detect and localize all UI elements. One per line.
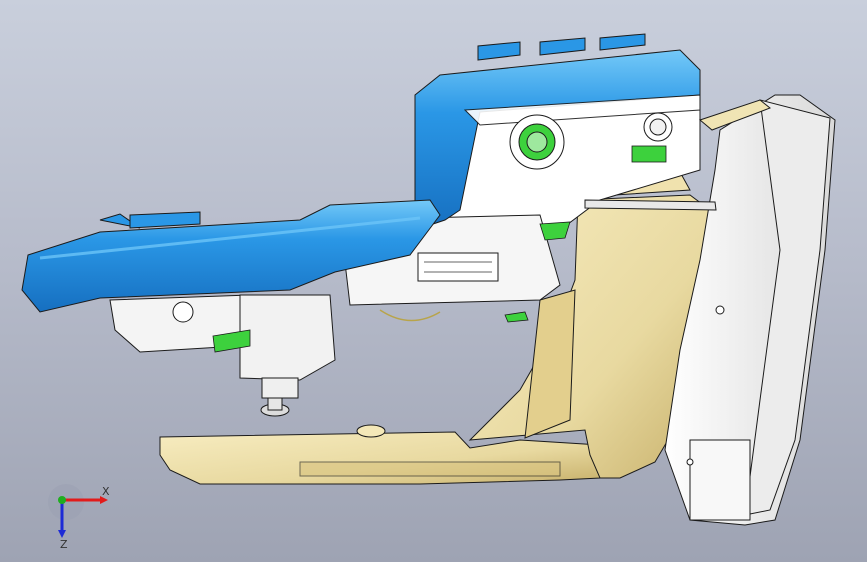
orientation-triad: X Z — [48, 484, 110, 550]
z-axis-arrow-icon — [58, 530, 66, 538]
y-axis-dot-icon — [58, 496, 66, 504]
x-axis-label: X — [102, 485, 110, 498]
actuator-unit[interactable] — [239, 294, 336, 417]
cad-viewport[interactable]: X Z — [0, 0, 867, 562]
cad-assembly-model[interactable] — [0, 0, 867, 562]
z-axis-label: Z — [60, 538, 68, 550]
